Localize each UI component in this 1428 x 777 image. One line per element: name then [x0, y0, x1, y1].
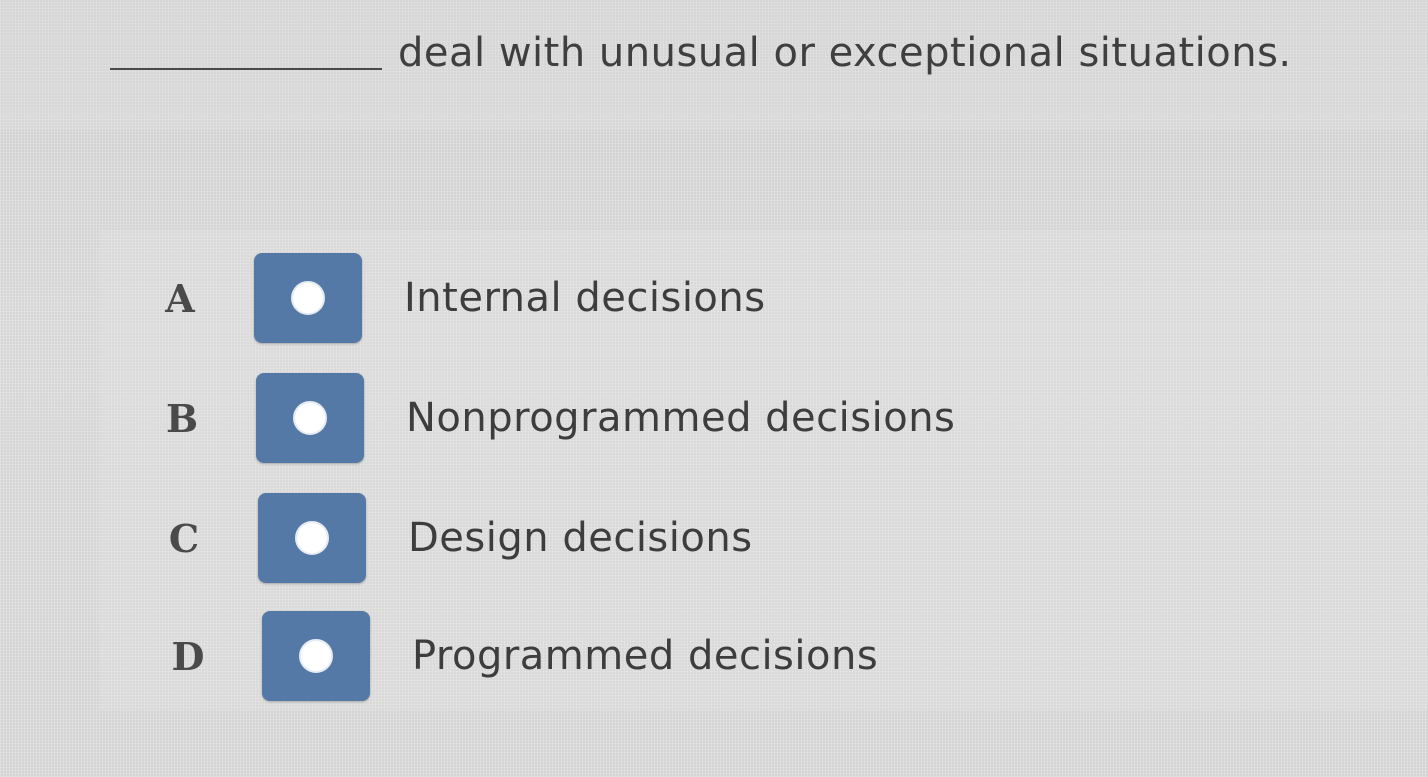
option-b-radio-button[interactable] — [256, 373, 364, 463]
option-a[interactable]: A Internal decisions — [160, 252, 766, 344]
option-label[interactable]: Programmed decisions — [412, 633, 878, 679]
question-text: deal with unusual or exceptional situati… — [398, 30, 1292, 76]
option-letter: B — [165, 395, 199, 441]
radio-button-icon — [291, 281, 325, 315]
option-letter: D — [171, 633, 205, 679]
option-b[interactable]: B Nonprogrammed decisions — [162, 372, 955, 464]
radio-button-icon — [295, 521, 329, 555]
radio-button-icon — [299, 639, 333, 673]
option-label[interactable]: Internal decisions — [404, 275, 766, 321]
option-a-radio-button[interactable] — [254, 253, 362, 343]
option-label[interactable]: Design decisions — [408, 515, 753, 561]
radio-button-icon — [293, 401, 327, 435]
question-stem: deal with unusual or exceptional situati… — [110, 30, 1292, 76]
option-d-radio-button[interactable] — [262, 611, 370, 701]
option-letter: A — [165, 275, 195, 321]
option-d[interactable]: D Programmed decisions — [168, 610, 878, 702]
option-label[interactable]: Nonprogrammed decisions — [406, 395, 955, 441]
option-c-radio-button[interactable] — [258, 493, 366, 583]
option-letter: C — [168, 515, 200, 561]
option-c[interactable]: C Design decisions — [164, 492, 753, 584]
fill-in-blank — [110, 68, 382, 70]
